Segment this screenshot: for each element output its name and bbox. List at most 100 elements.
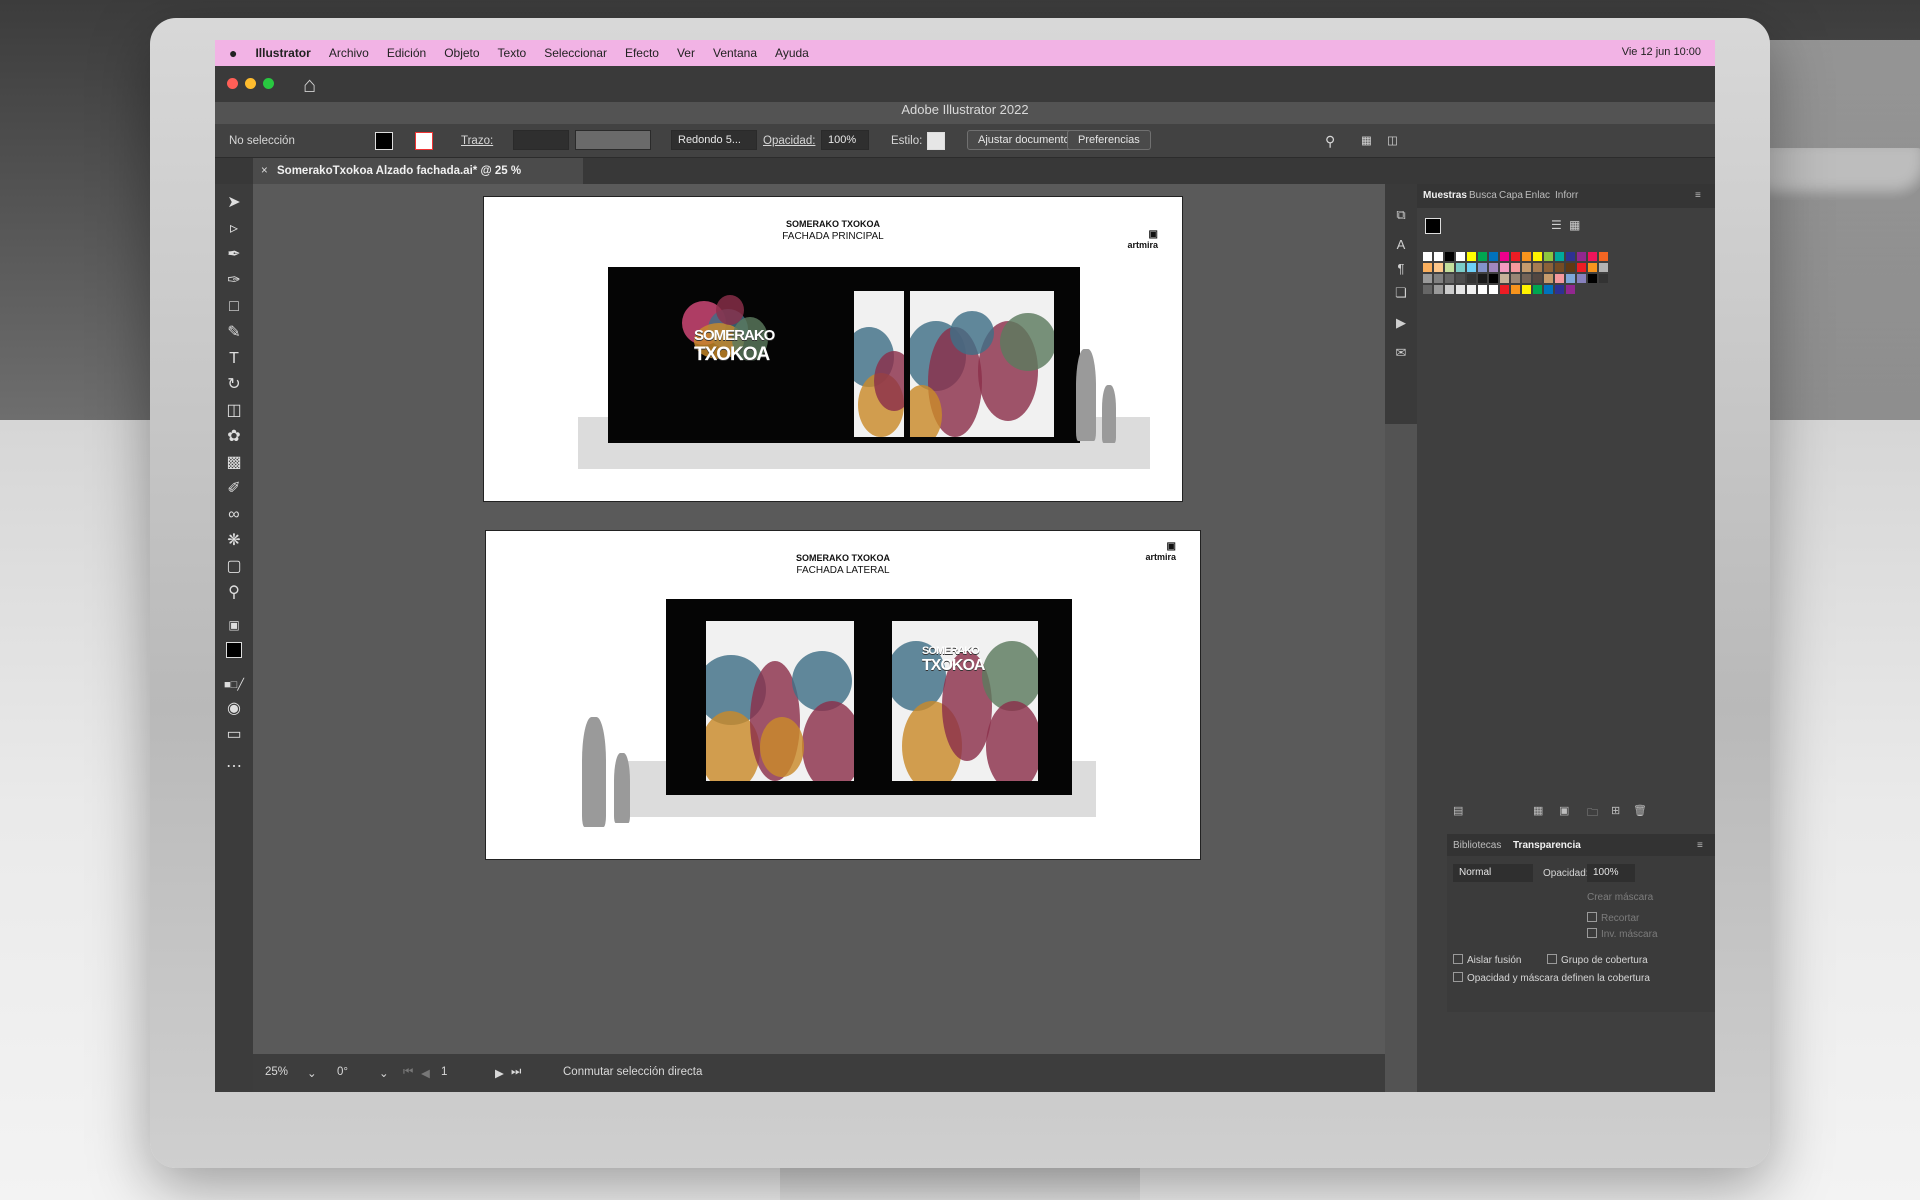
workspace-icon[interactable]: ▦ (1361, 132, 1372, 150)
fit-document-button[interactable]: Ajustar documento (967, 130, 1081, 150)
color-swatch[interactable] (1489, 252, 1498, 261)
search-icon[interactable]: ⚲ (1325, 132, 1335, 150)
new-group-icon[interactable]: 🗀 (1587, 804, 1598, 823)
tab-bibliotecas[interactable]: Bibliotecas (1453, 840, 1501, 851)
artboard-tool-icon[interactable]: ▢ (223, 556, 245, 578)
comments-icon[interactable]: ✉ (1392, 344, 1410, 362)
color-swatch[interactable] (1533, 274, 1542, 283)
color-swatch[interactable] (1511, 252, 1520, 261)
color-swatch[interactable] (1489, 274, 1498, 283)
screen-mode-icon[interactable]: ▭ (223, 724, 245, 746)
color-mode-icon[interactable]: ■□╱ (223, 674, 245, 696)
color-swatch[interactable] (1434, 252, 1443, 261)
variable-width-profile[interactable] (575, 130, 651, 150)
color-swatch[interactable] (1456, 263, 1465, 272)
color-swatch[interactable] (1478, 274, 1487, 283)
knockout-group-checkbox[interactable]: Grupo de cobertura (1547, 954, 1648, 966)
delete-swatch-icon[interactable]: 🗑 (1633, 804, 1647, 817)
canvas[interactable]: SOMERAKO TXOKOA FACHADA PRINCIPAL ▣ artm… (253, 184, 1385, 1054)
color-swatch[interactable] (1577, 263, 1586, 272)
color-swatch[interactable] (1555, 252, 1564, 261)
color-swatch[interactable] (1577, 274, 1586, 283)
tab-muestras[interactable]: Muestras (1423, 190, 1467, 201)
curvature-tool-icon[interactable]: ✑ (223, 270, 245, 292)
color-swatch[interactable] (1500, 263, 1509, 272)
paragraph-icon[interactable]: ¶ (1392, 260, 1410, 278)
menu-ventana[interactable]: Ventana (713, 46, 757, 60)
rotation-value[interactable]: 0° (337, 1066, 348, 1078)
rectangle-tool-icon[interactable]: □ (223, 296, 245, 318)
color-swatch[interactable] (1544, 252, 1553, 261)
show-kinds-icon[interactable]: ▦ (1533, 804, 1543, 817)
draw-mode-icon[interactable]: ◉ (223, 698, 245, 720)
color-swatch[interactable] (1544, 263, 1553, 272)
opacity-label[interactable]: Opacidad: (763, 132, 815, 150)
color-swatch[interactable] (1599, 274, 1608, 283)
rotation-dropdown-icon[interactable]: ⌄ (379, 1066, 389, 1080)
prev-artboard-icon[interactable]: ◀ (421, 1066, 430, 1080)
color-swatch[interactable] (1577, 252, 1586, 261)
transparency-opacity-field[interactable]: 100% (1587, 864, 1635, 882)
color-swatch[interactable] (1456, 285, 1465, 294)
stroke-weight-field[interactable] (513, 130, 569, 150)
menu-texto[interactable]: Texto (498, 46, 527, 60)
color-swatch[interactable] (1555, 274, 1564, 283)
next-artboard-icon[interactable]: ▶ (495, 1066, 504, 1080)
last-artboard-icon[interactable]: ⏭ (511, 1066, 521, 1079)
color-swatch[interactable] (1555, 285, 1564, 294)
blend-tool-icon[interactable]: ∞ (223, 504, 245, 526)
fill-stroke-icon[interactable] (223, 642, 245, 664)
color-swatch[interactable] (1434, 285, 1443, 294)
make-mask-button[interactable]: Crear máscara (1587, 892, 1653, 903)
color-swatch[interactable] (1445, 285, 1454, 294)
color-swatch[interactable] (1566, 252, 1575, 261)
brush-definition-select[interactable]: Redondo 5... (671, 130, 757, 150)
panel-menu-icon[interactable]: ≡ (1695, 190, 1701, 201)
color-swatch[interactable] (1566, 274, 1575, 283)
menu-app-name[interactable]: Illustrator (255, 46, 310, 60)
preferences-button[interactable]: Preferencias (1067, 130, 1151, 150)
symbol-sprayer-tool-icon[interactable]: ❋ (223, 530, 245, 552)
tab-busca[interactable]: Busca (1469, 190, 1497, 201)
eraser-tool-icon[interactable]: ◫ (223, 400, 245, 422)
color-swatch[interactable] (1434, 274, 1443, 283)
color-swatch[interactable] (1522, 263, 1531, 272)
tab-transparencia[interactable]: Transparencia (1513, 840, 1581, 851)
stroke-swatch[interactable] (415, 132, 433, 150)
active-fill-swatch[interactable] (1425, 218, 1441, 234)
arrange-documents-icon[interactable]: ◫ (1387, 132, 1398, 150)
menu-archivo[interactable]: Archivo (329, 46, 369, 60)
color-swatch[interactable] (1467, 263, 1476, 272)
graphic-style-swatch[interactable] (927, 132, 945, 150)
isolate-blending-checkbox[interactable]: Aislar fusión (1453, 954, 1521, 966)
transparency-menu-icon[interactable]: ≡ (1697, 840, 1703, 851)
color-swatch[interactable] (1500, 252, 1509, 261)
actions-icon[interactable]: ▶ (1392, 314, 1410, 332)
color-swatch[interactable] (1445, 263, 1454, 272)
blend-mode-select[interactable]: Normal (1453, 864, 1533, 882)
color-swatch[interactable] (1445, 252, 1454, 261)
color-swatch[interactable] (1423, 252, 1432, 261)
grid-view-icon[interactable]: ▦ (1569, 218, 1580, 232)
color-swatch[interactable] (1522, 252, 1531, 261)
color-swatch[interactable] (1511, 274, 1520, 283)
close-tab-icon[interactable]: × (261, 158, 268, 184)
list-view-icon[interactable]: ☰ (1551, 218, 1562, 232)
lasso-tool-icon[interactable]: ✿ (223, 426, 245, 448)
color-swatch[interactable] (1500, 274, 1509, 283)
character-icon[interactable]: A (1392, 236, 1410, 254)
menu-objeto[interactable]: Objeto (444, 46, 479, 60)
color-swatch[interactable] (1511, 263, 1520, 272)
color-swatch[interactable] (1599, 263, 1608, 272)
artboard-fachada-principal[interactable]: SOMERAKO TXOKOA FACHADA PRINCIPAL ▣ artm… (483, 196, 1183, 502)
color-swatch[interactable] (1544, 274, 1553, 283)
color-swatch[interactable] (1456, 274, 1465, 283)
color-swatch[interactable] (1533, 252, 1542, 261)
eyedropper-tool-icon[interactable]: ✐ (223, 478, 245, 500)
color-swatch[interactable] (1511, 285, 1520, 294)
menu-edicion[interactable]: Edición (387, 46, 426, 60)
pen-tool-icon[interactable]: ✒ (223, 244, 245, 266)
zoom-tool-icon[interactable]: ⚲ (223, 582, 245, 604)
invert-mask-checkbox[interactable]: Inv. máscara (1587, 928, 1658, 940)
minimize-window-button[interactable] (245, 78, 256, 89)
